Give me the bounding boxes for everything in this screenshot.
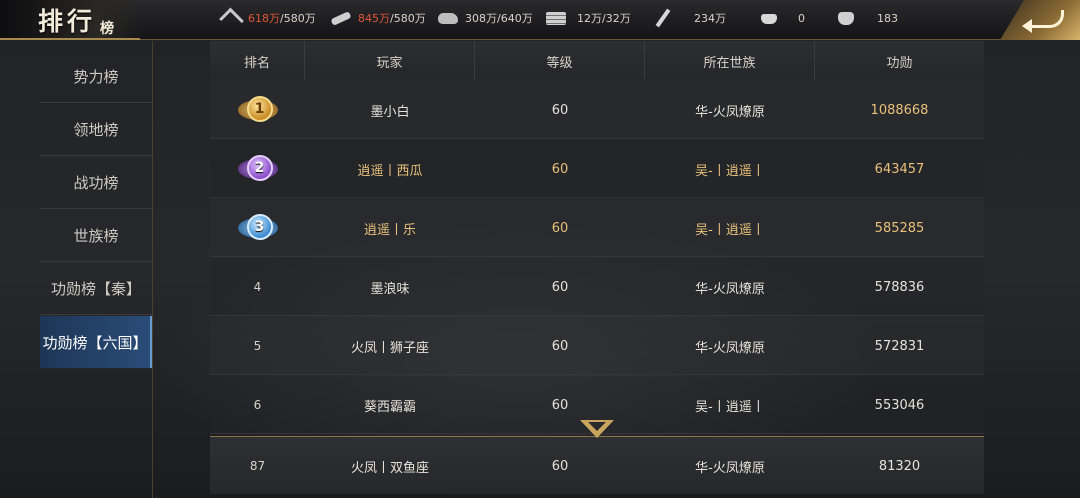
- table-row[interactable]: 4 墨浪味 60 华-火凤燎原 578836: [210, 258, 984, 316]
- clan-cell[interactable]: 华-火凤燎原: [645, 81, 815, 139]
- merit-cell: 572831: [874, 338, 925, 354]
- sidebar-item-merit-six-states[interactable]: 功勋榜【六国】: [40, 316, 152, 368]
- rank-cell: 2: [210, 140, 305, 198]
- clan-cell[interactable]: 吴-丨逍遥丨: [645, 199, 815, 257]
- header-rank: 排名: [210, 41, 305, 81]
- resource-gold[interactable]: 0: [758, 0, 805, 36]
- player-cell[interactable]: 墨浪味: [305, 258, 475, 316]
- level-cell: 60: [551, 397, 569, 413]
- sword-icon: [652, 9, 674, 27]
- level-cell: 60: [551, 161, 569, 177]
- grain-cap: /580万: [280, 12, 316, 25]
- medal-rank: 2: [246, 155, 273, 181]
- rank-cell: 3: [210, 199, 305, 257]
- self-merit-cell: 81320: [878, 458, 921, 474]
- sidebar-item-clan-rank[interactable]: 世族榜: [40, 210, 152, 262]
- clan-cell[interactable]: 吴-丨逍遥丨: [645, 140, 815, 198]
- top-bar: 排行 榜 618万 /580万 845万 /580万 308万/640万 12万…: [0, 0, 1080, 40]
- sidebar: 势力榜 领地榜 战功榜 世族榜 功勋榜【秦】 功勋榜【六国】: [0, 41, 153, 498]
- level-cell: 60: [551, 279, 569, 295]
- table-row[interactable]: 2 逍遥丨西瓜 60 吴-丨逍遥丨 643457: [210, 140, 984, 198]
- gold-medal-icon: 1: [237, 92, 278, 128]
- level-cell: 60: [551, 102, 569, 118]
- self-rank-row[interactable]: 87 火凤丨双鱼座 60 华-火凤燎原 81320: [210, 436, 984, 494]
- grain-used: 618万: [248, 12, 280, 25]
- iron-value: 12万/32万: [577, 12, 631, 25]
- self-player-cell[interactable]: 火凤丨双鱼座: [305, 437, 475, 495]
- self-level-cell: 60: [551, 458, 569, 474]
- table-row[interactable]: 5 火凤丨狮子座 60 华-火凤燎原 572831: [210, 317, 984, 375]
- sidebar-item-label: 势力榜: [73, 68, 119, 86]
- wood-icon: [330, 9, 352, 27]
- page-title-main: 排行: [38, 7, 97, 36]
- wood-cap: /580万: [390, 12, 426, 25]
- page-title: 排行 榜: [0, 0, 140, 40]
- level-cell: 60: [551, 220, 569, 236]
- sidebar-item-label: 功勋榜【秦】: [50, 280, 141, 298]
- gold-value: 0: [798, 11, 805, 25]
- back-arrow-icon: [1022, 10, 1064, 33]
- sidebar-item-label: 战功榜: [73, 174, 119, 192]
- stone-value: 308万/640万: [465, 12, 533, 25]
- header-merit: 功勋: [886, 55, 913, 71]
- merit-cell: 553046: [874, 397, 925, 413]
- back-button[interactable]: [1000, 0, 1080, 40]
- clan-cell[interactable]: 吴-丨逍遥丨: [645, 376, 815, 434]
- bronze-medal-icon: 3: [237, 210, 278, 246]
- silver-medal-icon: 2: [237, 151, 278, 187]
- rank-cell: 6: [253, 398, 262, 412]
- silver-ingot-icon: [835, 9, 857, 27]
- sidebar-item-territory-rank[interactable]: 领地榜: [40, 104, 152, 156]
- resource-merit[interactable]: 234万: [652, 0, 726, 36]
- sidebar-item-label: 世族榜: [73, 227, 119, 245]
- sidebar-item-merit-qin[interactable]: 功勋榜【秦】: [40, 263, 152, 315]
- rank-cell: 5: [253, 339, 262, 353]
- ranking-table: 排名 玩家 等级 所在世族 功勋 1 墨小白 60 华-火凤燎原 1088668…: [210, 41, 984, 434]
- wheat-icon: [220, 9, 242, 27]
- medal-rank: 1: [246, 96, 273, 122]
- resource-wood[interactable]: 845万 /580万: [330, 0, 426, 36]
- expand-chevron-icon[interactable]: [578, 420, 616, 442]
- silver-value: 183: [877, 11, 898, 25]
- resource-silver[interactable]: 183: [835, 0, 898, 36]
- page-title-sub: 榜: [100, 21, 114, 37]
- iron-icon: [545, 9, 567, 27]
- player-cell[interactable]: 墨小白: [305, 81, 475, 139]
- merit-value: 234万: [694, 12, 726, 25]
- player-cell[interactable]: 逍遥丨西瓜: [305, 140, 475, 198]
- clan-cell[interactable]: 华-火凤燎原: [645, 258, 815, 316]
- player-cell[interactable]: 火凤丨狮子座: [305, 317, 475, 375]
- resource-stone[interactable]: 308万/640万: [437, 0, 533, 36]
- resource-grain[interactable]: 618万 /580万: [220, 0, 316, 36]
- merit-cell: 585285: [874, 220, 925, 236]
- player-cell[interactable]: 葵西霸霸: [305, 376, 475, 434]
- gold-ingot-icon: [758, 9, 780, 27]
- table-row[interactable]: 3 逍遥丨乐 60 吴-丨逍遥丨 585285: [210, 199, 984, 257]
- self-rank-cell: 87: [249, 459, 266, 473]
- table-header: 排名 玩家 等级 所在世族 功勋: [210, 41, 984, 81]
- header-player: 玩家: [305, 41, 475, 81]
- rank-cell: 1: [210, 81, 305, 139]
- header-level: 等级: [475, 41, 645, 81]
- stone-icon: [437, 9, 459, 27]
- header-clan: 所在世族: [645, 41, 815, 81]
- resource-iron[interactable]: 12万/32万: [545, 0, 631, 36]
- merit-cell: 578836: [874, 279, 925, 295]
- sidebar-item-battle-rank[interactable]: 战功榜: [40, 157, 152, 209]
- sidebar-item-label: 功勋榜【六国】: [42, 333, 148, 352]
- merit-cell: 643457: [874, 161, 925, 177]
- clan-cell[interactable]: 华-火凤燎原: [645, 317, 815, 375]
- table-row[interactable]: 1 墨小白 60 华-火凤燎原 1088668: [210, 81, 984, 139]
- sidebar-item-power-rank[interactable]: 势力榜: [40, 51, 152, 103]
- wood-used: 845万: [358, 12, 390, 25]
- level-cell: 60: [551, 338, 569, 354]
- rank-cell: 4: [253, 280, 262, 294]
- sidebar-item-label: 领地榜: [73, 121, 119, 139]
- self-clan-cell[interactable]: 华-火凤燎原: [645, 437, 815, 495]
- merit-cell: 1088668: [870, 102, 929, 118]
- player-cell[interactable]: 逍遥丨乐: [305, 199, 475, 257]
- medal-rank: 3: [246, 214, 273, 240]
